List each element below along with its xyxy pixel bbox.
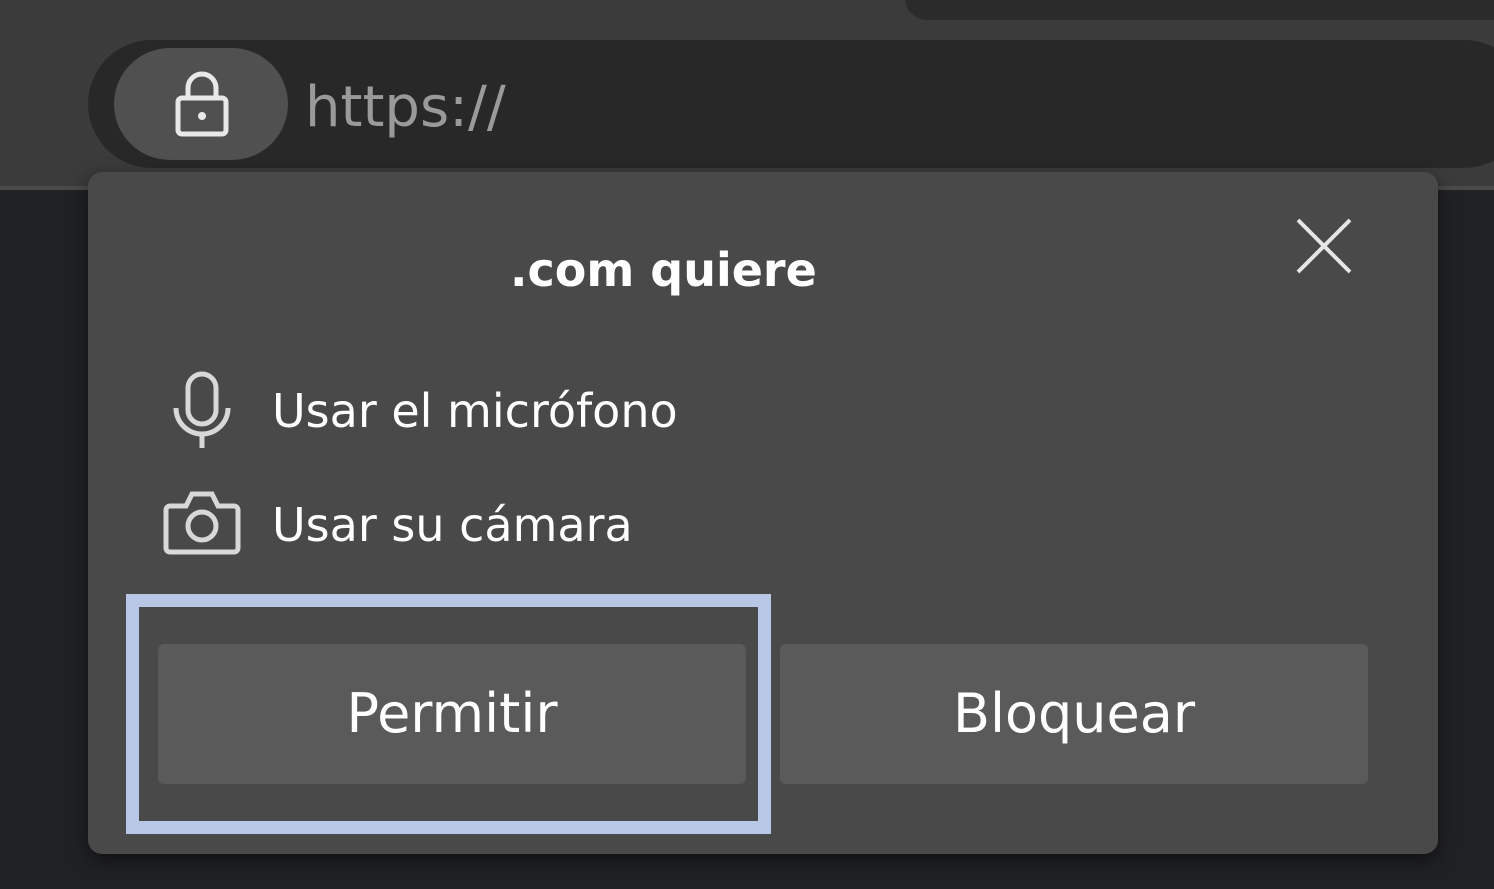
camera-icon [163, 491, 241, 555]
permission-label-camera: Usar su cámara [272, 498, 633, 552]
permission-item-microphone: Usar el micrófono [160, 366, 860, 456]
browser-toolbar: https://r [0, 0, 1494, 190]
allow-button[interactable]: Permitir [158, 644, 746, 784]
url-text[interactable]: https://r [305, 70, 510, 150]
prompt-title: .com quiere [510, 243, 817, 297]
microphone-icon [173, 371, 231, 448]
close-icon[interactable] [1284, 206, 1364, 286]
block-button[interactable]: Bloquear [780, 644, 1368, 784]
permission-label-microphone: Usar el micrófono [272, 384, 678, 438]
tab-strip [905, 0, 1494, 20]
permission-item-camera: Usar su cámara [160, 480, 860, 570]
lock-icon [175, 71, 229, 137]
address-bar[interactable] [88, 40, 1494, 168]
